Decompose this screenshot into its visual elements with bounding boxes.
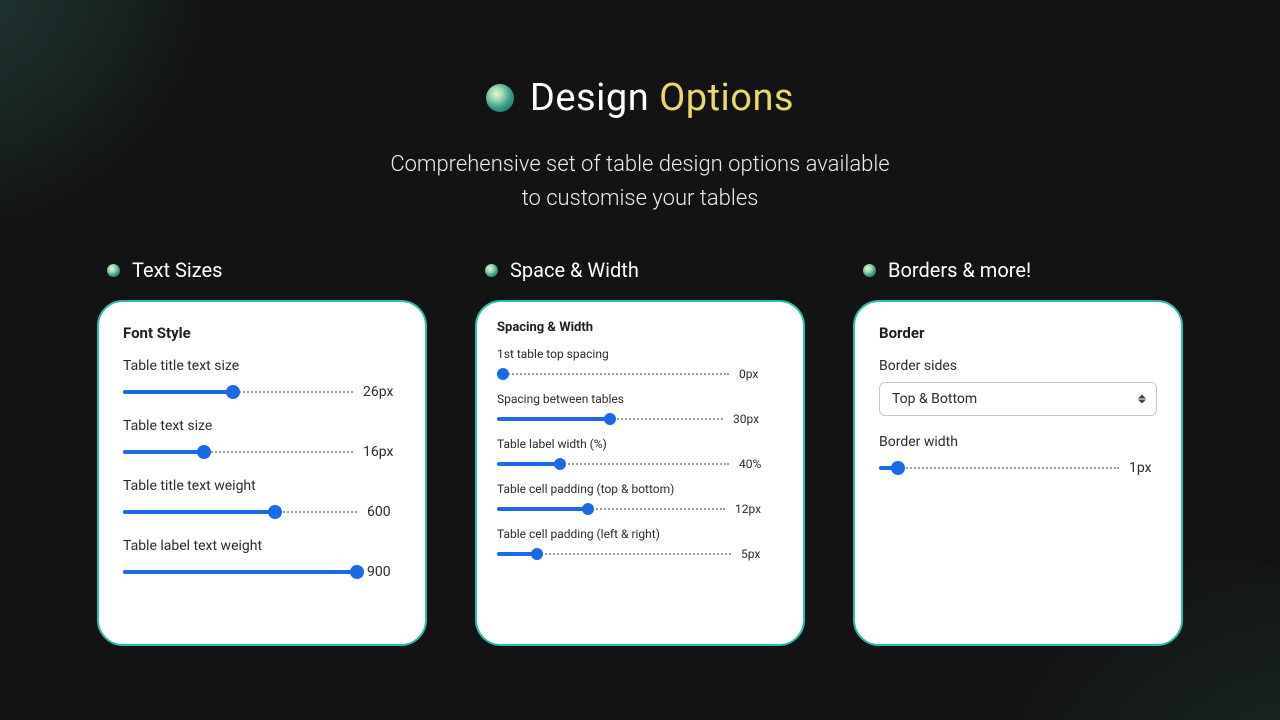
slider-label-text-weight[interactable] — [123, 566, 357, 578]
select-border-sides[interactable]: Top & Bottom — [879, 382, 1157, 416]
value-title-text-weight: 600 — [367, 504, 391, 520]
slider-spacing-between[interactable] — [497, 413, 723, 425]
card-title-text-sizes: Text Sizes — [107, 258, 427, 282]
value-cell-padding-vert: 12px — [735, 502, 761, 516]
card-font-style: Font Style Table title text size 26px Ta… — [97, 300, 427, 646]
value-spacing-between: 30px — [733, 412, 759, 426]
logo-dot-icon — [486, 84, 514, 112]
label-border-sides: Border sides — [879, 358, 1157, 374]
slider-label-width[interactable] — [497, 458, 729, 470]
bullet-dot-icon — [107, 264, 120, 277]
section-heading-spacing-width: Spacing & Width — [497, 320, 783, 335]
slider-cell-padding-horiz[interactable] — [497, 548, 731, 560]
bullet-dot-icon — [485, 264, 498, 277]
label-cell-padding-horiz: Table cell padding (left & right) — [497, 527, 783, 541]
label-border-width: Border width — [879, 434, 1157, 450]
label-label-width: Table label width (%) — [497, 437, 783, 451]
control-table-text-size: Table text size 16px — [123, 418, 401, 460]
label-spacing-between: Spacing between tables — [497, 392, 783, 406]
control-label-width: Table label width (%) 40% — [497, 437, 783, 471]
label-title-text-size: Table title text size — [123, 358, 401, 374]
card-border: Border Border sides Top & Bottom Border … — [853, 300, 1183, 646]
slider-title-text-weight[interactable] — [123, 506, 357, 518]
value-border-width: 1px — [1129, 460, 1152, 476]
control-title-text-size: Table title text size 26px — [123, 358, 401, 400]
page-title-row: Design Options — [0, 76, 1280, 120]
control-border-width: Border width 1px — [879, 434, 1157, 476]
page-title-word1: Design — [530, 76, 649, 120]
label-cell-padding-vert: Table cell padding (top & bottom) — [497, 482, 783, 496]
value-first-top-spacing: 0px — [739, 367, 758, 381]
control-first-top-spacing: 1st table top spacing 0px — [497, 347, 783, 381]
column-text-sizes: Text Sizes Font Style Table title text s… — [97, 258, 427, 646]
card-title-space-width: Space & Width — [485, 258, 805, 282]
column-space-width: Space & Width Spacing & Width 1st table … — [475, 258, 805, 646]
slider-first-top-spacing[interactable] — [497, 368, 729, 380]
control-cell-padding-vert: Table cell padding (top & bottom) 12px — [497, 482, 783, 516]
slider-title-text-size[interactable] — [123, 386, 353, 398]
slider-border-width[interactable] — [879, 462, 1119, 474]
page-subtitle: Comprehensive set of table design option… — [0, 148, 1280, 216]
section-heading-border: Border — [879, 324, 1157, 342]
control-cell-padding-horiz: Table cell padding (left & right) 5px — [497, 527, 783, 561]
select-caret-icon — [1138, 395, 1146, 404]
section-heading-font-style: Font Style — [123, 324, 401, 342]
label-table-text-size: Table text size — [123, 418, 401, 434]
slider-table-text-size[interactable] — [123, 446, 353, 458]
control-spacing-between: Spacing between tables 30px — [497, 392, 783, 426]
page-title-word2: Options — [659, 76, 794, 120]
value-label-width: 40% — [739, 457, 761, 471]
column-borders: Borders & more! Border Border sides Top … — [853, 258, 1183, 646]
card-title-borders: Borders & more! — [863, 258, 1183, 282]
value-table-text-size: 16px — [363, 444, 393, 460]
slider-cell-padding-vert[interactable] — [497, 503, 725, 515]
bullet-dot-icon — [863, 264, 876, 277]
card-spacing-width: Spacing & Width 1st table top spacing 0p… — [475, 300, 805, 646]
label-label-text-weight: Table label text weight — [123, 538, 401, 554]
control-label-text-weight: Table label text weight 900 — [123, 538, 401, 580]
select-border-sides-value: Top & Bottom — [892, 391, 977, 407]
value-title-text-size: 26px — [363, 384, 393, 400]
label-title-text-weight: Table title text weight — [123, 478, 401, 494]
value-label-text-weight: 900 — [367, 564, 391, 580]
page-title: Design Options — [530, 76, 794, 120]
value-cell-padding-horiz: 5px — [741, 547, 760, 561]
control-title-text-weight: Table title text weight 600 — [123, 478, 401, 520]
label-first-top-spacing: 1st table top spacing — [497, 347, 783, 361]
